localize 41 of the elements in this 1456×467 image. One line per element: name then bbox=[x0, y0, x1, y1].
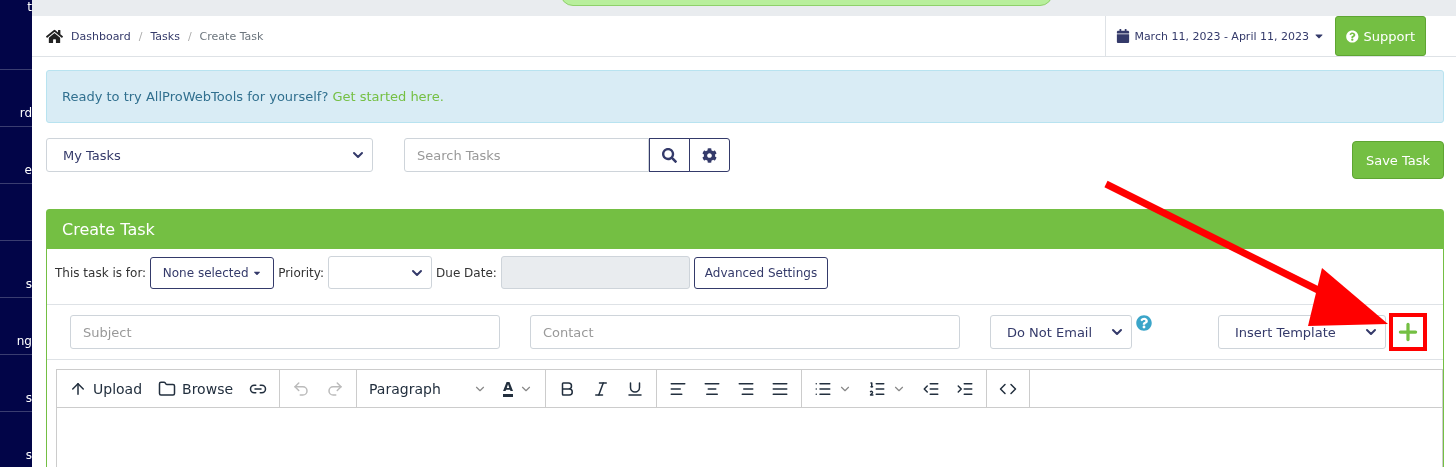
due-date-field[interactable] bbox=[500, 256, 690, 289]
task-filter-select[interactable]: My Tasks bbox=[46, 138, 373, 172]
sidebar-item[interactable]: s bbox=[25, 448, 32, 462]
assignee-label: This task is for: bbox=[55, 265, 147, 280]
rich-text-editor[interactable]: Upload Browse Paragraph A bbox=[56, 369, 1443, 467]
priority-label: Priority: bbox=[278, 265, 325, 280]
block-format-dropdown[interactable]: Paragraph bbox=[363, 373, 494, 404]
undo-icon bbox=[292, 379, 311, 398]
help-icon bbox=[1346, 28, 1359, 44]
add-template-button[interactable] bbox=[1389, 313, 1427, 351]
assignee-dropdown[interactable]: None selected bbox=[150, 256, 275, 289]
card-title: Create Task bbox=[47, 210, 1443, 249]
alert-message: Ready to try AllProWebTools for yourself? Get started here. bbox=[62, 89, 444, 104]
sidebar-item[interactable]: s bbox=[25, 391, 32, 405]
upload-button[interactable]: Upload bbox=[63, 373, 149, 404]
browse-button[interactable]: Browse bbox=[152, 373, 240, 404]
home-icon bbox=[46, 27, 63, 45]
underline-icon bbox=[626, 379, 645, 398]
breadcrumb-link[interactable]: Dashboard bbox=[71, 29, 131, 43]
advanced-settings-button[interactable]: Advanced Settings bbox=[693, 256, 829, 289]
email-select[interactable]: Do Not Email bbox=[990, 315, 1132, 349]
breadcrumb-link[interactable]: Create Task bbox=[199, 29, 264, 43]
sidebar-item[interactable]: rd bbox=[19, 106, 32, 120]
breadcrumb-separator: / bbox=[187, 29, 192, 43]
help-icon[interactable] bbox=[1136, 315, 1152, 331]
calendar-icon bbox=[1116, 29, 1131, 43]
search-button[interactable] bbox=[649, 138, 690, 172]
breadcrumb-separator: / bbox=[138, 29, 143, 43]
settings-button[interactable] bbox=[689, 138, 730, 172]
sidebar-item[interactable]: s bbox=[25, 277, 32, 291]
breadcrumb-link[interactable]: Tasks bbox=[150, 29, 180, 43]
sidebar-item[interactable]: t bbox=[27, 0, 32, 14]
due-date-label: Due Date: bbox=[436, 265, 497, 280]
date-range-picker[interactable]: March 11, 2023 - April 11, 2023 bbox=[1134, 29, 1309, 43]
gear-icon bbox=[702, 147, 717, 163]
numbers-icon bbox=[868, 379, 887, 398]
text-color-button[interactable]: A bbox=[497, 373, 540, 404]
sidebar-item[interactable]: e bbox=[24, 163, 32, 177]
search-icon bbox=[662, 147, 677, 163]
sidebar-item[interactable]: ng bbox=[16, 334, 32, 348]
redo-icon bbox=[326, 379, 345, 398]
